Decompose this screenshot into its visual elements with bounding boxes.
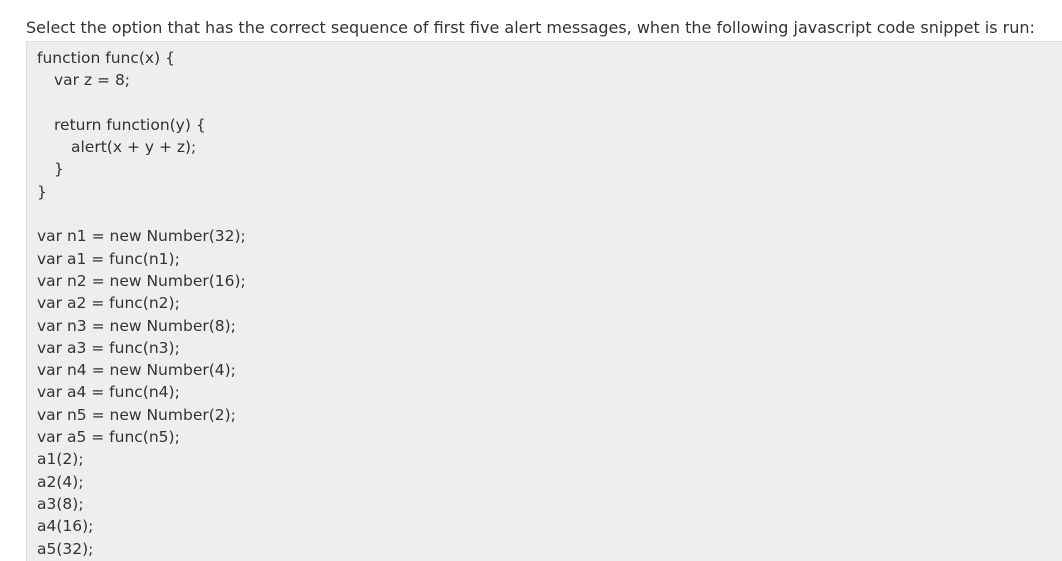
code-line: } [54,160,64,179]
code-line: var n2 = new Number(16); [37,271,246,290]
code-line: var a2 = func(n2); [37,294,180,313]
code-line: } [37,182,47,201]
question-text: Select the option that has the correct s… [26,18,1035,37]
code-line: var z = 8; [54,71,131,90]
code-line: var n1 = new Number(32); [37,227,246,246]
code-line: a1(2); [37,450,84,469]
code-line: a5(32); [37,539,94,558]
code-lines: function func(x) { var z = 8; return funct… [27,47,246,560]
code-line: var a3 = func(n3); [37,338,180,357]
code-line: var n5 = new Number(2); [37,405,236,424]
code-line: var a5 = func(n5); [37,428,180,447]
code-line: a2(4); [37,472,84,491]
code-line: return function(y) { [54,115,206,134]
code-line: var a4 = func(n4); [37,383,180,402]
code-line: alert(x + y + z); [71,138,197,157]
code-line: a3(8); [37,494,84,513]
code-line: var a1 = func(n1); [37,249,180,268]
code-line: function func(x) { [37,49,175,67]
code-block: function func(x) { var z = 8; return funct… [26,41,1062,561]
code-line: var n3 = new Number(8); [37,316,236,335]
code-line: a4(16); [37,517,94,536]
code-line: var n4 = new Number(4); [37,361,236,380]
